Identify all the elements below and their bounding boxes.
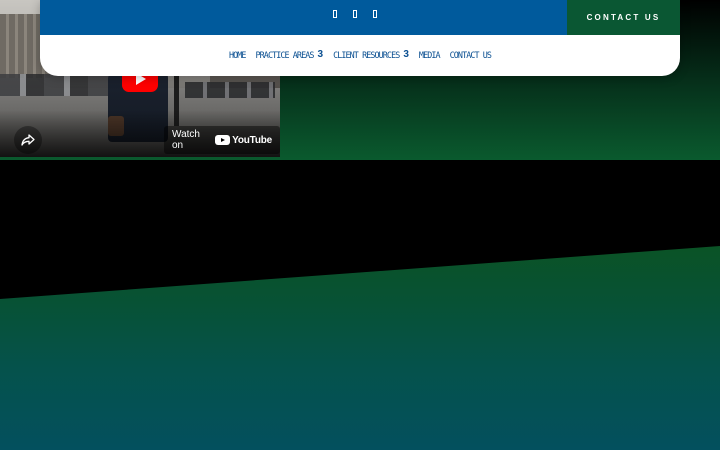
nav-item-home[interactable]: HOME (224, 50, 251, 60)
nav-item-practice-areas[interactable]: PRACTICE AREAS 3 (251, 49, 329, 60)
social-icon-3[interactable] (370, 8, 380, 20)
contact-us-button[interactable]: CONTACT US (567, 0, 680, 35)
video-parked-cars-right (185, 82, 275, 98)
nav-item-label: PRACTICE AREAS (255, 49, 315, 60)
chevron-down-icon: 3 (317, 49, 324, 60)
nav-item-client-resources[interactable]: CLIENT RESOURCES 3 (328, 49, 414, 60)
social-icon-1[interactable] (330, 8, 340, 20)
youtube-logo: YouTube (215, 135, 272, 146)
share-arrow-icon (21, 134, 35, 146)
watch-on-label: Watch on (172, 129, 200, 151)
share-icon[interactable] (14, 126, 42, 154)
nav-item-label: CLIENT RESOURCES (333, 49, 400, 60)
social-links (330, 8, 380, 20)
youtube-wordmark: YouTube (232, 134, 272, 146)
social-icon-2[interactable] (350, 8, 360, 20)
main-navigation: HOME PRACTICE AREAS 3 CLIENT RESOURCES 3… (40, 35, 680, 76)
youtube-play-mark-icon (215, 135, 231, 145)
site-header: CONTACT US HOME PRACTICE AREAS 3 CLIENT … (40, 0, 680, 76)
nav-item-label: CONTACT US (449, 49, 492, 60)
nav-item-media[interactable]: MEDIA (414, 50, 445, 60)
nav-item-label: HOME (228, 49, 246, 60)
watch-on-youtube-button[interactable]: Watch on YouTube (164, 126, 280, 154)
nav-item-label: MEDIA (418, 49, 441, 60)
nav-item-contact-us[interactable]: CONTACT US (445, 50, 496, 60)
chevron-down-icon: 3 (403, 49, 409, 60)
header-top-bar: CONTACT US (40, 0, 680, 35)
